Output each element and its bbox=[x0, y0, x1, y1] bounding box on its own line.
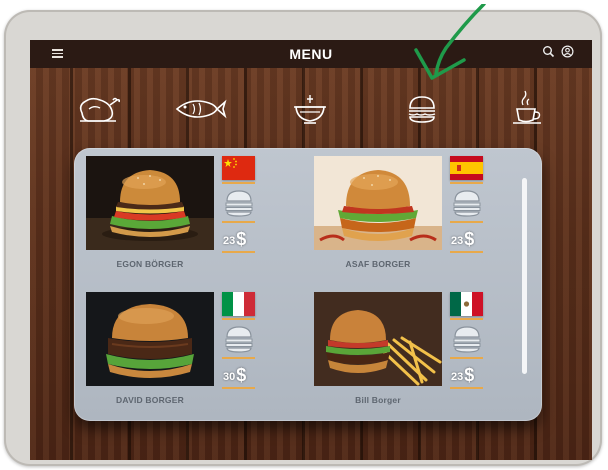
category-chicken[interactable] bbox=[68, 84, 128, 134]
burger-photo bbox=[314, 292, 442, 386]
bowl-icon bbox=[294, 95, 326, 124]
price-value: 30 bbox=[223, 371, 236, 383]
tablet-frame: MENU 23 $ EGON BÖRGER 23 $ ASAF BORGER 3… bbox=[4, 4, 602, 466]
top-bar: MENU bbox=[30, 40, 592, 68]
divider bbox=[222, 251, 255, 253]
app-screen: MENU 23 $ EGON BÖRGER 23 $ ASAF BORGER 3… bbox=[30, 40, 592, 460]
hamburger-icon[interactable] bbox=[52, 49, 63, 58]
divider bbox=[222, 221, 255, 223]
currency-symbol: $ bbox=[464, 229, 475, 249]
price-tag: 23 $ bbox=[223, 229, 247, 249]
price-tag: 30 $ bbox=[223, 365, 247, 385]
chicken-icon bbox=[79, 97, 121, 122]
item-name: EGON BÖRGER bbox=[116, 259, 184, 269]
currency-symbol: $ bbox=[464, 365, 475, 385]
search-icon[interactable] bbox=[542, 45, 555, 58]
burger-icon bbox=[452, 189, 482, 217]
menu-item[interactable]: 23 $ ASAF BORGER bbox=[314, 156, 514, 278]
price-tag: 23 $ bbox=[451, 229, 475, 249]
divider bbox=[450, 221, 483, 223]
item-name: DAVID BORGER bbox=[116, 395, 184, 405]
menu-item[interactable]: 23 $ EGON BÖRGER bbox=[86, 156, 286, 278]
flag-spain bbox=[450, 156, 483, 184]
divider bbox=[450, 357, 483, 359]
currency-symbol: $ bbox=[236, 365, 247, 385]
price-value: 23 bbox=[451, 235, 464, 247]
divider bbox=[222, 387, 255, 389]
burger-icon bbox=[452, 325, 482, 353]
burger-photo bbox=[86, 156, 214, 250]
burger-icon bbox=[224, 325, 254, 353]
divider bbox=[222, 357, 255, 359]
price-value: 23 bbox=[223, 235, 236, 247]
menu-items-panel: 23 $ EGON BÖRGER 23 $ ASAF BORGER 30 $ D… bbox=[74, 148, 542, 421]
user-icon[interactable] bbox=[561, 45, 574, 58]
category-bowl[interactable] bbox=[280, 84, 340, 134]
flag-italy bbox=[222, 292, 255, 320]
fish-icon bbox=[175, 99, 227, 119]
divider bbox=[450, 387, 483, 389]
annotation-arrow-icon bbox=[414, 4, 486, 80]
coffee-cup-icon bbox=[513, 90, 541, 124]
page-title: MENU bbox=[289, 46, 333, 62]
category-bar bbox=[30, 78, 592, 163]
burger-icon bbox=[224, 189, 254, 217]
scrollbar[interactable] bbox=[522, 178, 527, 374]
menu-item[interactable]: 23 $ Bill Borger bbox=[314, 292, 514, 414]
menu-item[interactable]: 30 $ DAVID BORGER bbox=[86, 292, 286, 414]
price-value: 23 bbox=[451, 371, 464, 383]
currency-symbol: $ bbox=[236, 229, 247, 249]
divider bbox=[450, 251, 483, 253]
item-name: Bill Borger bbox=[355, 395, 401, 405]
category-coffee[interactable] bbox=[498, 84, 558, 134]
item-name: ASAF BORGER bbox=[345, 259, 411, 269]
category-fish[interactable] bbox=[170, 84, 230, 134]
burger-photo bbox=[86, 292, 214, 386]
price-tag: 23 $ bbox=[451, 365, 475, 385]
flag-china bbox=[222, 156, 255, 184]
flag-mexico bbox=[450, 292, 483, 320]
burger-photo bbox=[314, 156, 442, 250]
